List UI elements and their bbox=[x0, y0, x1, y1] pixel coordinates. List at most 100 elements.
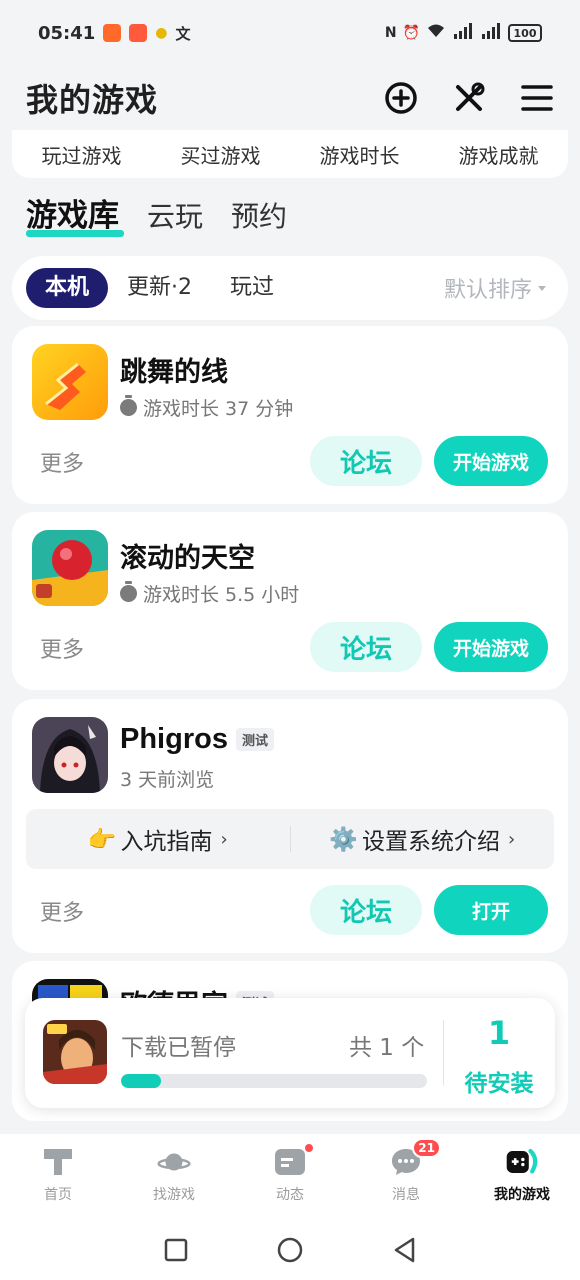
game-meta: 游戏时长 5.5 小时 bbox=[120, 580, 299, 607]
nav-label: 找游戏 bbox=[153, 1187, 195, 1203]
start-game-button[interactable]: 开始游戏 bbox=[434, 622, 548, 672]
stat-played[interactable]: 玩过游戏 bbox=[42, 140, 122, 169]
game-meta: 游戏时长 37 分钟 bbox=[120, 394, 293, 421]
game-card: 跳舞的线 游戏时长 37 分钟 更多 论坛 开始游戏 bbox=[12, 326, 568, 504]
download-progress-fill bbox=[121, 1074, 161, 1088]
more-button[interactable]: 更多 bbox=[40, 632, 84, 664]
tab-library[interactable]: 游戏库 bbox=[26, 190, 124, 237]
nav-home[interactable]: 首页 bbox=[0, 1134, 116, 1224]
open-button[interactable]: 打开 bbox=[434, 885, 548, 935]
tools-button[interactable] bbox=[452, 81, 486, 115]
back-triangle-icon bbox=[394, 1237, 414, 1263]
download-popup[interactable]: 下载已暂停 共 1 个 1 待安装 bbox=[25, 998, 555, 1108]
pending-install-count[interactable]: 1 bbox=[443, 1014, 555, 1052]
app-notification-icon bbox=[129, 24, 148, 42]
gamepad-icon bbox=[505, 1146, 539, 1178]
filter-played[interactable]: 玩过 bbox=[211, 268, 293, 308]
tab-library-label: 游戏库 bbox=[26, 198, 119, 234]
signal-icon bbox=[452, 23, 474, 43]
alarm-icon: ⏰ bbox=[402, 25, 420, 41]
nav-label: 动态 bbox=[276, 1187, 304, 1203]
main-tabs: 游戏库 云玩 预约 bbox=[26, 190, 287, 237]
tools-icon bbox=[456, 82, 485, 111]
game-meta: 3 天前浏览 bbox=[120, 769, 215, 791]
game-title[interactable]: 滚动的天空 bbox=[120, 536, 255, 575]
page-title: 我的游戏 bbox=[26, 81, 159, 119]
game-title[interactable]: Phigros 测试 bbox=[120, 723, 274, 756]
battery-icon: 100 bbox=[508, 24, 542, 42]
download-game-icon bbox=[43, 1020, 107, 1084]
download-progress-bar bbox=[121, 1074, 427, 1088]
home-button[interactable] bbox=[276, 1236, 304, 1268]
game-title[interactable]: 跳舞的线 bbox=[120, 350, 228, 389]
add-game-button[interactable] bbox=[384, 81, 418, 115]
page-header: 我的游戏 bbox=[0, 66, 580, 130]
game-title-text: Phigros bbox=[120, 723, 228, 755]
square-icon bbox=[165, 1238, 188, 1262]
tab-cloud-play[interactable]: 云玩 bbox=[147, 195, 203, 235]
trophy-icon: ● bbox=[155, 25, 168, 41]
chevron-right-icon: › bbox=[507, 828, 516, 850]
start-game-button[interactable]: 开始游戏 bbox=[434, 436, 548, 486]
forum-button[interactable]: 论坛 bbox=[310, 885, 422, 935]
menu-icon bbox=[521, 85, 553, 111]
guide-row: 👉 入坑指南 › ⚙️ 设置系统介绍 › bbox=[26, 809, 554, 869]
download-status: 下载已暂停 bbox=[121, 1035, 236, 1061]
nav-label: 我的游戏 bbox=[494, 1187, 550, 1203]
signal-icon bbox=[480, 23, 502, 43]
tab-reservations[interactable]: 预约 bbox=[231, 195, 287, 235]
nav-discover[interactable]: 找游戏 bbox=[116, 1134, 232, 1224]
translate-icon: 文 bbox=[175, 24, 191, 43]
stat-achievements[interactable]: 游戏成就 bbox=[459, 140, 539, 169]
stat-bought[interactable]: 买过游戏 bbox=[181, 140, 261, 169]
app-notification-icon bbox=[103, 24, 122, 42]
more-button[interactable]: 更多 bbox=[40, 895, 84, 927]
stats-card: 玩过游戏 买过游戏 游戏时长 游戏成就 bbox=[12, 130, 568, 178]
game-card: Phigros 测试 3 天前浏览 👉 入坑指南 › ⚙️ 设置系统介绍 › 更… bbox=[12, 699, 568, 953]
forum-button[interactable]: 论坛 bbox=[310, 622, 422, 672]
filter-local[interactable]: 本机 bbox=[26, 268, 109, 308]
back-button[interactable] bbox=[391, 1236, 417, 1268]
status-time: 05:41 bbox=[38, 22, 96, 44]
caret-down-icon bbox=[538, 285, 546, 291]
filter-updates[interactable]: 更新·2 bbox=[108, 268, 211, 308]
guide-beginner[interactable]: 👉 入坑指南 › bbox=[26, 822, 290, 856]
guide-label: 入坑指南 bbox=[120, 829, 213, 855]
stat-playtime[interactable]: 游戏时长 bbox=[320, 140, 400, 169]
guide-settings[interactable]: ⚙️ 设置系统介绍 › bbox=[291, 822, 555, 856]
nav-my-games[interactable]: 我的游戏 bbox=[464, 1134, 580, 1224]
more-button[interactable]: 更多 bbox=[40, 446, 84, 478]
guide-label: 设置系统介绍 bbox=[361, 829, 500, 855]
plus-circle-icon bbox=[385, 82, 417, 114]
recents-button[interactable] bbox=[163, 1237, 189, 1267]
chevron-right-icon: › bbox=[220, 828, 228, 850]
nav-messages[interactable]: 21 消息 bbox=[348, 1134, 464, 1224]
game-icon[interactable] bbox=[32, 530, 108, 606]
gear-icon: ⚙️ bbox=[329, 826, 358, 853]
forum-button[interactable]: 论坛 bbox=[310, 436, 422, 486]
game-icon[interactable] bbox=[32, 717, 108, 793]
menu-button[interactable] bbox=[520, 81, 554, 115]
game-icon[interactable] bbox=[32, 344, 108, 420]
feed-icon bbox=[273, 1142, 315, 1178]
pointing-hand-icon: 👉 bbox=[87, 826, 117, 853]
chat-icon: 21 bbox=[389, 1138, 441, 1178]
beta-tag: 测试 bbox=[235, 728, 274, 751]
nav-feed[interactable]: 动态 bbox=[232, 1134, 348, 1224]
playtime-text: 游戏时长 5.5 小时 bbox=[143, 584, 300, 606]
sort-dropdown[interactable]: 默认排序 bbox=[444, 272, 554, 304]
nfc-icon: N bbox=[384, 25, 397, 41]
notification-dot bbox=[303, 1142, 315, 1154]
planet-icon bbox=[157, 1146, 191, 1178]
message-badge: 21 bbox=[412, 1138, 441, 1158]
system-nav-bar bbox=[0, 1224, 580, 1280]
bottom-nav: 首页 找游戏 动态 21 消息 我的游戏 bbox=[0, 1134, 580, 1224]
status-bar: 05:41 ● 文 N ⏰ 100 bbox=[0, 0, 580, 66]
pending-install-label[interactable]: 待安装 bbox=[443, 1064, 555, 1098]
playtime-text: 游戏时长 37 分钟 bbox=[143, 398, 294, 420]
download-count: 共 1 个 bbox=[349, 1035, 425, 1061]
wifi-icon bbox=[426, 23, 446, 43]
timer-icon bbox=[120, 395, 137, 416]
home-icon bbox=[41, 1146, 75, 1178]
game-card: 滚动的天空 游戏时长 5.5 小时 更多 论坛 开始游戏 bbox=[12, 512, 568, 690]
